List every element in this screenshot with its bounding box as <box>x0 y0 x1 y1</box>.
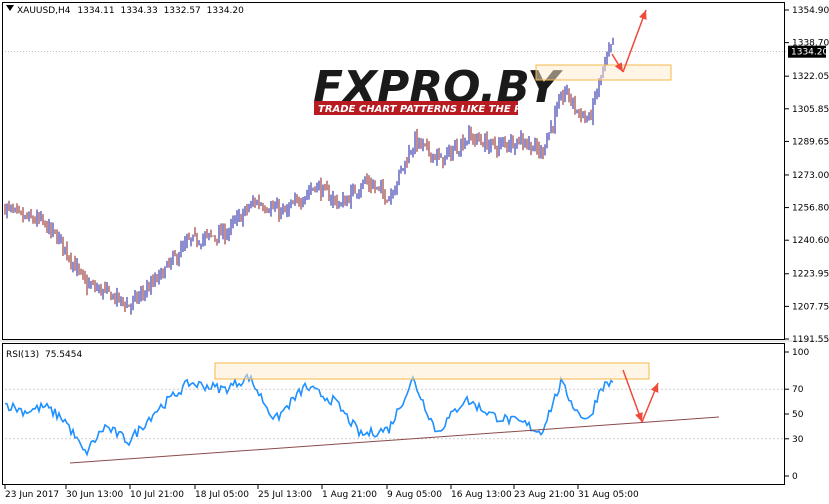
time-axis-label: 23 Aug 21:00 <box>514 490 575 500</box>
price-axis-label: 1223.95 <box>792 270 829 280</box>
rsi-axis-label: 70 <box>792 385 804 395</box>
rsi-axis-label: 0 <box>792 472 798 482</box>
price-axis-label: 1240.60 <box>792 236 829 246</box>
low-value: 1332.57 <box>164 6 201 16</box>
rsi-axis-label: 50 <box>792 410 804 420</box>
rsi-overbought-box[interactable] <box>214 362 650 380</box>
main-chart-frame <box>2 2 785 340</box>
price-axis-label: 1354.90 <box>792 6 829 16</box>
symbol-label: XAUUSD,H4 <box>17 6 71 16</box>
time-axis-label: 25 Jul 13:00 <box>258 490 312 500</box>
time-axis-label: 16 Aug 13:00 <box>451 490 512 500</box>
rsi-name: RSI(13) <box>6 350 39 360</box>
watermark-tagline: TRADE CHART PATTERNS LIKE THE PROS <box>318 104 545 115</box>
time-axis-label: 31 Aug 05:00 <box>578 490 639 500</box>
open-value: 1334.11 <box>77 6 114 16</box>
time-axis-label: 30 Jun 13:00 <box>66 490 123 500</box>
chart-header: XAUUSD,H4 1334.11 1334.33 1332.57 1334.2… <box>17 6 244 16</box>
price-axis-label: 1273.00 <box>792 171 829 181</box>
rsi-axis-label: 100 <box>792 348 809 358</box>
time-axis-label: 23 Jun 2017 <box>5 490 59 500</box>
price-axis-label: 1207.75 <box>792 302 829 312</box>
rsi-header: RSI(13) 75.5454 <box>6 350 82 360</box>
price-resistance-box[interactable] <box>535 64 672 81</box>
price-axis-label: 1322.05 <box>792 72 829 82</box>
time-axis-label: 18 Jul 05:00 <box>195 490 249 500</box>
current-price-label: 1334.20 <box>791 48 828 58</box>
price-axis-label: 1289.65 <box>792 137 829 147</box>
close-value: 1334.20 <box>207 6 244 16</box>
chart-canvas[interactable]: FXPRO.BY FXPRO.BY TRADE CHART PATTERNS L… <box>0 0 829 504</box>
watermark-logo: FXPRO.BY FXPRO.BY TRADE CHART PATTERNS L… <box>311 60 565 115</box>
price-axis-label: 1191.55 <box>792 335 829 345</box>
price-axis-label: 1256.80 <box>792 204 829 214</box>
time-axis-label: 1 Aug 21:00 <box>322 490 377 500</box>
high-value: 1334.33 <box>120 6 157 16</box>
time-axis-label: 10 Jul 21:00 <box>130 490 184 500</box>
chart-window: FXPRO.BY FXPRO.BY TRADE CHART PATTERNS L… <box>0 0 829 504</box>
rsi-axis-label: 30 <box>792 435 804 445</box>
price-axis-label: 1305.85 <box>792 105 829 115</box>
time-axis-label: 9 Aug 05:00 <box>387 490 442 500</box>
rsi-value: 75.5454 <box>45 350 82 360</box>
